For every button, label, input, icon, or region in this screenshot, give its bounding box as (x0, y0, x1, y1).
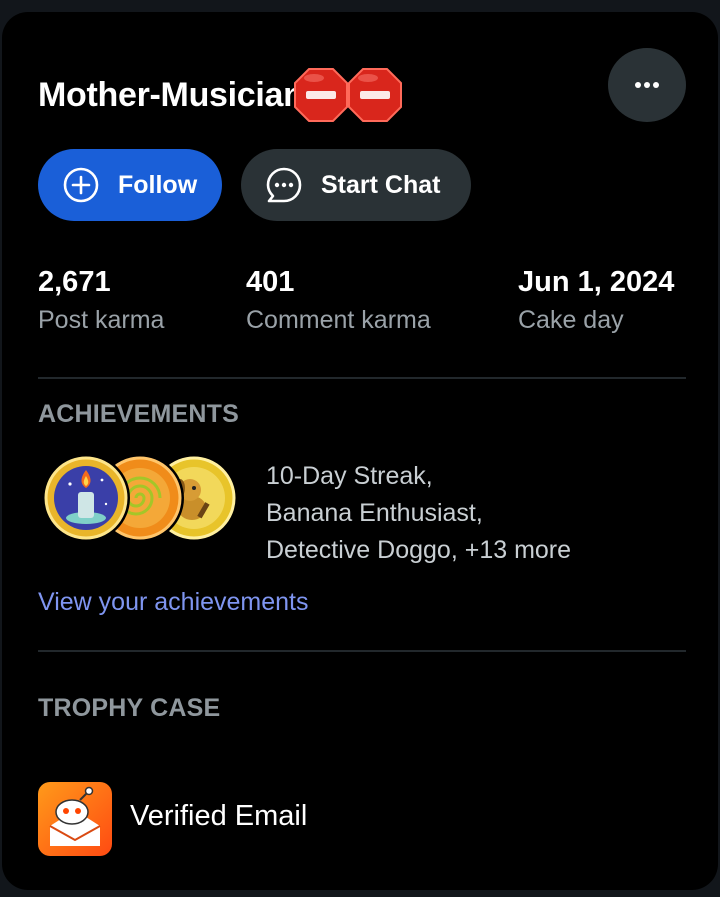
stat-label: Post karma (38, 306, 165, 334)
profile-stats: 2,671 Post karma 401 Comment karma Jun 1… (38, 264, 688, 354)
stat-value: Jun 1, 2024 (518, 266, 675, 298)
username-text: Mother-Musician (38, 75, 304, 114)
plus-circle-icon (63, 167, 99, 203)
stop-sign-icon (293, 68, 348, 122)
profile-username: Mother-Musician (38, 68, 404, 122)
candle-badge-icon (42, 454, 130, 542)
trophy-label: Verified Email (130, 800, 308, 832)
follow-button[interactable]: Follow (38, 149, 222, 221)
divider (38, 377, 686, 379)
divider (38, 650, 686, 652)
stat-comment-karma: 401 Comment karma (246, 264, 431, 335)
achievement-line: Banana Enthusiast, (266, 499, 483, 527)
ellipsis-icon (635, 82, 659, 88)
stat-value: 2,671 (38, 266, 111, 298)
stat-cake-day: Jun 1, 2024 Cake day (518, 264, 674, 335)
view-achievements-link[interactable]: View your achievements (38, 588, 309, 617)
achievement-line: Detective Doggo, +13 more (266, 536, 572, 564)
trophy-case-heading: TROPHY CASE (38, 694, 221, 722)
stat-label: Cake day (518, 306, 624, 334)
start-chat-button[interactable]: Start Chat (241, 149, 471, 221)
achievement-badges[interactable] (40, 452, 240, 546)
achievements-summary: 10-Day Streak, Banana Enthusiast, Detect… (266, 458, 571, 569)
stat-label: Comment karma (246, 306, 431, 334)
achievements-heading: ACHIEVEMENTS (38, 400, 240, 428)
start-chat-label: Start Chat (321, 170, 441, 199)
verified-email-trophy-icon (38, 782, 112, 856)
stat-post-karma: 2,671 Post karma (38, 264, 164, 335)
achievement-line: 10-Day Streak, (266, 462, 433, 490)
more-options-button[interactable] (608, 48, 686, 122)
chat-bubble-icon (266, 167, 302, 203)
profile-card: Mother-Musician Follow Start Chat 2,671 … (2, 12, 718, 890)
stop-sign-icon (347, 68, 402, 122)
follow-label: Follow (118, 170, 198, 199)
stat-value: 401 (246, 266, 295, 298)
